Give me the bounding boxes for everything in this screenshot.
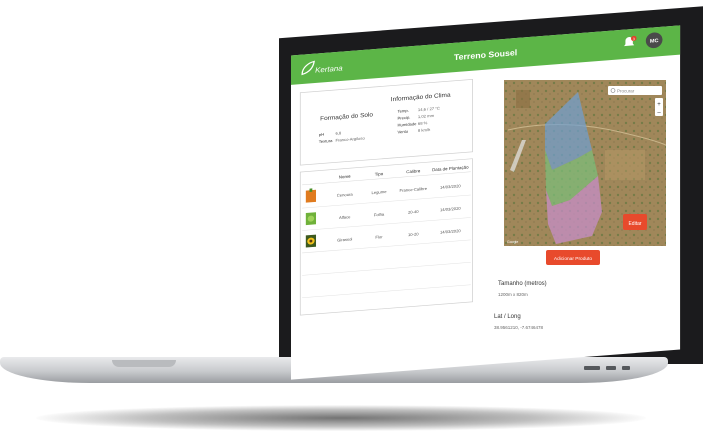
avatar-initials: MC [650,38,659,44]
add-product-button[interactable]: Adicionar Produto [546,250,600,265]
laptop-screen: Kertana Terreno Sousel 3 MC Formação do … [291,25,681,380]
product-caliber: 10-20 [408,231,419,237]
terrain-size-value: 1200m x 820m [498,292,528,297]
zoom-controls[interactable]: + – [655,98,663,116]
terrain-coords-value: 38.9561210, -7.6746478 [494,325,544,330]
climate-value: 68 % [418,120,428,126]
notification-count: 3 [633,37,635,41]
climate-label: Vento [398,129,409,135]
zoom-in-icon[interactable]: + [657,102,661,108]
soil-value: 6,8 [335,130,342,135]
climate-label: Precip. [398,115,411,121]
map-attribution: Google [507,240,518,244]
edit-map-label: Editar [628,221,641,227]
soil-label: pH [319,132,324,137]
climate-value: 8 km/h [418,127,430,133]
column-header: Nome [339,174,351,180]
map-search-placeholder: Procurar [617,89,635,94]
terrain-size-label: Tamanho (metros) [498,281,547,287]
map-panel[interactable]: Procurar + – Editar Google [504,80,670,246]
column-header: Tipo [375,171,384,177]
product-type: Folha [374,212,385,218]
product-name: Alface [339,214,351,220]
add-product-label: Adicionar Produto [554,256,592,262]
products-table [299,158,473,316]
terrain-coords-label: Lat / Long [494,314,521,320]
map-search[interactable]: Procurar [608,86,662,95]
climate-label: Temp. [398,108,409,114]
edit-map-button[interactable]: Editar [623,214,647,230]
product-type: Flor [375,234,383,239]
product-caliber: 20-40 [408,209,419,215]
